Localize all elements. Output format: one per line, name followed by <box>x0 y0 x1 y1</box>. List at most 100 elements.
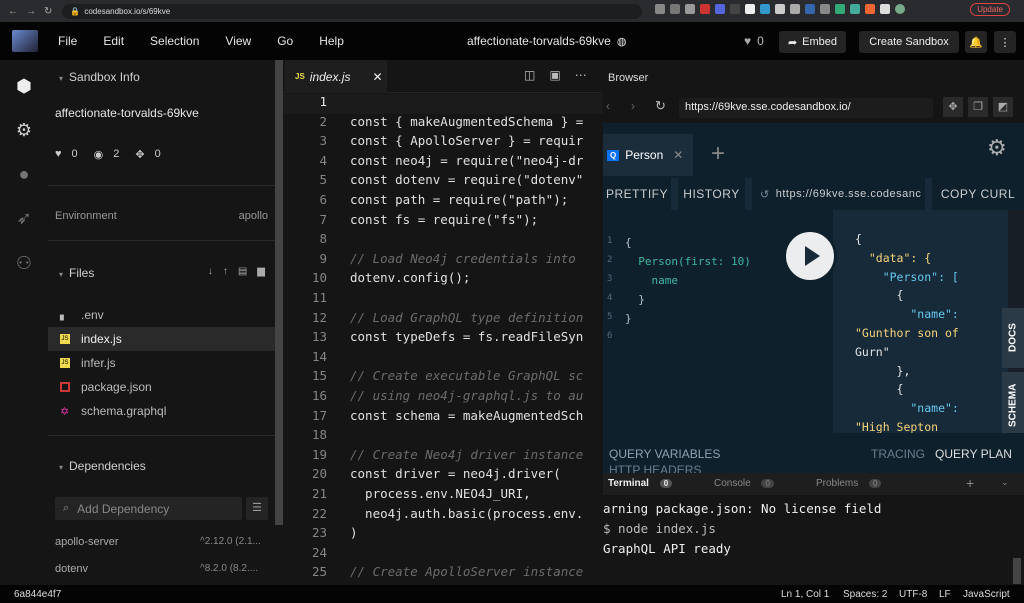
reload-icon[interactable]: ↻ <box>44 6 52 17</box>
docs-tab[interactable]: DOCS <box>1002 308 1024 368</box>
code-line[interactable]: 22 neo4j.auth.basic(process.env. <box>283 506 603 526</box>
query-line[interactable]: 6 <box>603 331 783 350</box>
encoding[interactable]: UTF-8 <box>899 589 927 600</box>
address-bar[interactable]: 🔒 codesandbox.io/s/69kve <box>62 3 643 19</box>
file-item[interactable]: ▖ .env <box>48 303 275 327</box>
query-line[interactable]: 2 Person(first: 10) <box>603 255 783 274</box>
more-icon[interactable]: ⋯ <box>575 68 587 82</box>
code-line[interactable]: 14 <box>283 349 603 369</box>
code-line[interactable]: 25 // Create ApolloServer instance <box>283 564 603 584</box>
query-variables-tab[interactable]: QUERY VARIABLES <box>609 447 720 461</box>
users-icon[interactable]: ⚇ <box>14 253 34 273</box>
dependencies-header[interactable]: Dependencies <box>48 459 275 473</box>
reload-icon[interactable]: ↺ <box>760 188 770 201</box>
console-tab[interactable]: Console 0 <box>714 478 774 489</box>
extension-icon[interactable] <box>820 4 830 14</box>
code-line[interactable]: 20 const driver = neo4j.driver( <box>283 466 603 486</box>
file-item[interactable]: ✡ schema.graphql <box>48 399 275 423</box>
github-icon[interactable]: ● <box>14 164 34 184</box>
menu-view[interactable]: View <box>225 34 251 48</box>
add-tab-icon[interactable]: + <box>711 140 725 168</box>
prettify-button[interactable]: PRETTIFY <box>603 178 671 210</box>
code-line[interactable]: 1 <box>283 94 603 114</box>
add-dependency-input[interactable]: ⌕ Add Dependency <box>55 497 242 520</box>
history-button[interactable]: HISTORY <box>678 178 745 210</box>
terminal-output[interactable]: arning package.json: No license field $ … <box>603 495 1013 556</box>
extension-icon[interactable] <box>805 4 815 14</box>
code-line[interactable]: 23) <box>283 525 603 545</box>
code-line[interactable]: 21 process.env.NEO4J_URI, <box>283 486 603 506</box>
code-line[interactable]: 16 // using neo4j-graphql.js to au <box>283 388 603 408</box>
query-line[interactable]: 1{ <box>603 236 783 255</box>
menu-selection[interactable]: Selection <box>150 34 199 48</box>
code-line[interactable]: 18 <box>283 427 603 447</box>
copy-icon[interactable]: ❐ <box>968 97 988 117</box>
sandbox-title[interactable]: affectionate-torvalds-69kve ◍ <box>467 34 626 48</box>
query-line[interactable]: 4 } <box>603 293 783 312</box>
like-counter[interactable]: ♥ 0 <box>744 34 764 48</box>
problems-tab[interactable]: Problems 0 <box>816 478 882 489</box>
code-line[interactable]: 6 const path = require("path"); <box>283 192 603 212</box>
close-icon[interactable]: ✕ <box>673 148 683 162</box>
download-icon[interactable]: ↓ <box>208 266 213 277</box>
add-terminal-icon[interactable]: + <box>966 475 974 491</box>
code-area[interactable]: 1 2 const { makeAugmentedSchema } = 3 const… <box>283 94 603 585</box>
code-line[interactable]: 8 <box>283 231 603 251</box>
cube-icon[interactable]: ⬢ <box>14 76 34 96</box>
execute-query-button[interactable] <box>783 229 837 283</box>
rocket-icon[interactable]: ➶ <box>14 208 34 228</box>
line-ending[interactable]: LF <box>939 589 951 600</box>
profile-avatar[interactable] <box>895 4 905 14</box>
extension-icon[interactable] <box>835 4 845 14</box>
terminal-scrollbar[interactable] <box>1013 558 1021 584</box>
code-line[interactable]: 24 <box>283 545 603 565</box>
http-headers-tab[interactable]: HTTP HEADERS <box>609 463 701 473</box>
tab-person[interactable]: Q Person ✕ <box>603 134 693 176</box>
close-icon[interactable]: ✕ <box>372 70 382 84</box>
new-file-icon[interactable]: ▤ <box>238 266 247 277</box>
code-line[interactable]: 17 const schema = makeAugmentedSch <box>283 408 603 428</box>
schema-tab[interactable]: SCHEMA <box>1002 372 1024 438</box>
menu-file[interactable]: File <box>58 34 77 48</box>
terminal-tab[interactable]: Terminal 0 <box>608 478 673 489</box>
bell-icon[interactable]: 🔔 <box>965 31 987 53</box>
extension-icon[interactable] <box>700 4 710 14</box>
tracing-tab[interactable]: TRACING <box>871 447 925 461</box>
query-line[interactable]: 5} <box>603 312 783 331</box>
code-line[interactable]: 3 const { ApolloServer } = requir <box>283 133 603 153</box>
cursor-position[interactable]: Ln 1, Col 1 <box>781 589 829 600</box>
endpoint-input[interactable]: ↺ https://69kve.sse.codesanc <box>752 178 925 210</box>
menu-go[interactable]: Go <box>277 34 293 48</box>
extension-icon[interactable] <box>670 4 680 14</box>
puzzle-icon[interactable] <box>880 4 890 14</box>
dependency-version[interactable]: ^8.2.0 (8.2.... <box>200 563 258 574</box>
open-window-icon[interactable]: ◩ <box>993 97 1013 117</box>
preview-icon[interactable]: ▣ <box>549 68 560 82</box>
code-line[interactable]: 9 // Load Neo4j credentials into <box>283 251 603 271</box>
menu-help[interactable]: Help <box>319 34 344 48</box>
back-icon[interactable]: ‹ <box>606 99 610 113</box>
code-line[interactable]: 7 const fs = require("fs"); <box>283 212 603 232</box>
code-line[interactable]: 12 // Load GraphQL type definition <box>283 310 603 330</box>
list-icon[interactable]: ☰ <box>246 497 268 520</box>
upload-icon[interactable]: ↑ <box>223 266 228 277</box>
embed-button[interactable]: ➦ Embed <box>779 31 846 53</box>
code-line[interactable]: 5 const dotenv = require("dotenv" <box>283 172 603 192</box>
split-view-icon[interactable]: ◫ <box>524 68 535 82</box>
preview-url-input[interactable]: https://69kve.sse.codesandbox.io/ <box>679 98 933 118</box>
forward-icon[interactable]: › <box>631 99 635 113</box>
extension-icon[interactable] <box>745 4 755 14</box>
code-line[interactable]: 10 dotenv.config(); <box>283 270 603 290</box>
new-folder-icon[interactable]: ▆ <box>257 266 265 277</box>
extension-icon[interactable] <box>865 4 875 14</box>
chevron-down-icon[interactable]: ⌄ <box>1001 477 1009 488</box>
code-line[interactable]: 19 // Create Neo4j driver instance <box>283 447 603 467</box>
forward-icon[interactable]: → <box>26 6 36 17</box>
dependency-version[interactable]: ^2.12.0 (2.1... <box>200 536 261 547</box>
code-line[interactable]: 4 const neo4j = require("neo4j-dr <box>283 153 603 173</box>
file-item[interactable]: package.json <box>48 375 275 399</box>
language-mode[interactable]: JavaScript <box>963 589 1010 600</box>
code-line[interactable]: 11 <box>283 290 603 310</box>
code-line[interactable]: 13 const typeDefs = fs.readFileSyn <box>283 329 603 349</box>
copy-curl-button[interactable]: COPY CURL <box>932 178 1024 210</box>
